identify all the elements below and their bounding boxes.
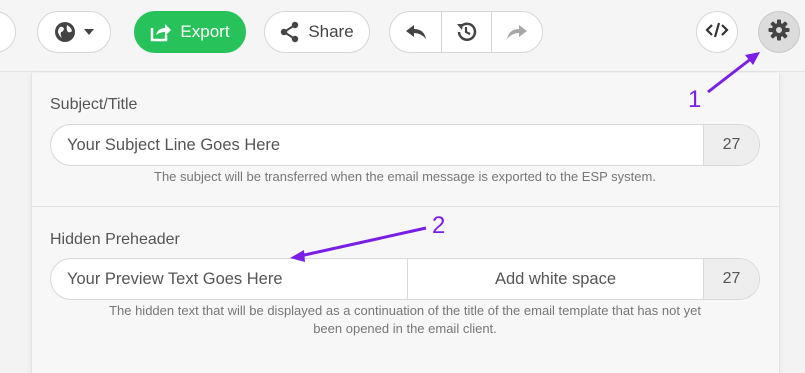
subject-char-count: 27	[703, 125, 759, 165]
subject-help-text: The subject will be transferred when the…	[154, 169, 656, 184]
history-button[interactable]	[441, 12, 490, 52]
export-icon	[150, 22, 172, 42]
preheader-field[interactable]: Your Preview Text Goes Here Add white sp…	[50, 258, 760, 300]
globe-icon	[54, 21, 76, 43]
gear-icon	[768, 19, 790, 46]
language-dropdown[interactable]	[37, 11, 111, 53]
share-icon	[280, 21, 300, 43]
section-divider	[31, 206, 780, 207]
preheader-help-line2: been opened in the email client.	[313, 321, 497, 336]
history-icon	[455, 21, 477, 43]
subject-label: Subject/Title	[50, 96, 138, 113]
preheader-label: Hidden Preheader	[50, 231, 180, 248]
preheader-input[interactable]: Your Preview Text Goes Here	[51, 259, 407, 299]
subject-field[interactable]: Your Subject Line Goes Here 27	[50, 124, 760, 166]
preheader-help-text: The hidden text that will be displayed a…	[50, 302, 760, 338]
annotation-number-1: 1	[688, 86, 702, 113]
export-label: Export	[180, 22, 230, 41]
chevron-down-icon	[84, 29, 94, 35]
preheader-char-count: 27	[703, 259, 759, 299]
history-controls	[389, 11, 543, 53]
undo-button[interactable]	[390, 12, 441, 52]
settings-button[interactable]	[758, 11, 800, 53]
redo-button[interactable]	[490, 12, 542, 52]
share-button[interactable]: Share	[264, 11, 370, 53]
add-white-space-button[interactable]: Add white space	[407, 259, 703, 299]
undo-icon	[405, 24, 427, 40]
subject-input[interactable]: Your Subject Line Goes Here	[51, 125, 703, 165]
code-icon	[705, 22, 729, 43]
code-view-button[interactable]	[696, 11, 738, 53]
redo-icon	[506, 24, 528, 40]
export-button[interactable]: Export	[134, 11, 246, 53]
preheader-help-line1: The hidden text that will be displayed a…	[109, 303, 701, 318]
partial-left-button[interactable]	[0, 11, 16, 53]
annotation-number-2: 2	[432, 212, 446, 239]
toolbar: Export Share	[0, 0, 805, 72]
share-label: Share	[308, 22, 354, 41]
